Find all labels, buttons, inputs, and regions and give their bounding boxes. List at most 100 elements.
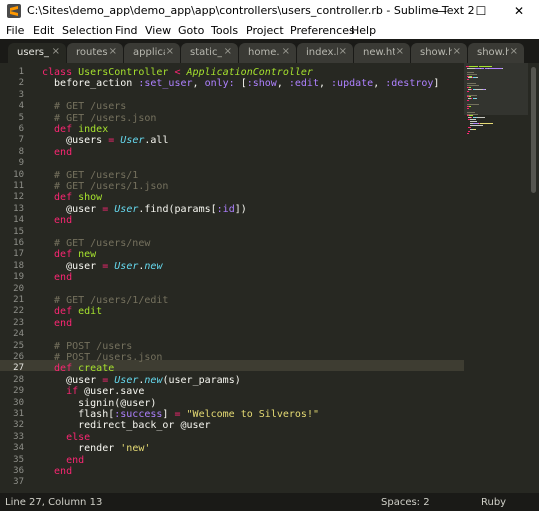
- menu-tools[interactable]: Tools: [211, 24, 238, 37]
- syntax-mode[interactable]: Ruby: [481, 497, 506, 508]
- code-line: @user = User.new: [42, 261, 162, 272]
- code-token: :edit: [288, 78, 319, 90]
- menu-preferences[interactable]: Preferences: [290, 24, 355, 37]
- close-button[interactable]: ✕: [499, 0, 539, 22]
- minimap-line: [473, 128, 477, 130]
- line-number: 16: [13, 238, 24, 248]
- cursor-position: Line 27, Column 13: [5, 497, 103, 508]
- code-token: :id: [216, 203, 235, 215]
- minimap-line: [469, 121, 478, 123]
- code-token: create: [78, 363, 115, 375]
- tab-close-icon[interactable]: ×: [453, 46, 461, 57]
- minimap[interactable]: [464, 63, 528, 493]
- line-number: 31: [13, 409, 24, 419]
- line-number: 30: [13, 397, 24, 408]
- line-number: 29: [13, 386, 24, 397]
- tab-bar: users_controller.rb× routes.rb× applicat…: [0, 39, 539, 63]
- menu-help[interactable]: Help: [351, 24, 376, 37]
- code-token: # POST /users.json: [42, 352, 163, 363]
- menu-project[interactable]: Project: [246, 24, 284, 37]
- line-number: 27: [13, 363, 24, 374]
- tab-application[interactable]: application.html.erb×: [124, 43, 180, 63]
- minimap-line: [481, 67, 484, 69]
- tab-routes[interactable]: routes.rb×: [67, 43, 123, 63]
- code-token: :set_user: [138, 78, 193, 90]
- menu-find[interactable]: Find: [115, 24, 138, 37]
- code-token: ,: [192, 78, 205, 90]
- minimap-line: [467, 94, 477, 96]
- tab-static-pages[interactable]: static_pages_controller.rb×: [181, 43, 238, 63]
- code-token: render: [42, 443, 121, 455]
- minimap-line: [467, 113, 478, 115]
- code-line: # POST /users: [42, 341, 132, 352]
- code-line: # GET /users/1: [42, 170, 138, 181]
- minimap-line: [469, 66, 478, 67]
- code-line: end: [42, 455, 84, 466]
- tab-show[interactable]: show.html.erb×: [411, 43, 467, 63]
- menu-edit[interactable]: Edit: [33, 24, 54, 37]
- code-editor[interactable]: 1 2 3 4 5 6 7 8 9 10 11 12 13 14 15 16 17 18 19 20 21 22 23 24 2…: [0, 63, 464, 493]
- code-line: # GET /users/1.json: [42, 181, 168, 192]
- tab-users-controller[interactable]: users_controller.rb×: [8, 43, 66, 63]
- line-number: 10: [13, 169, 24, 180]
- minimize-button[interactable]: —: [421, 0, 461, 22]
- tab-new[interactable]: new.html.erb×: [354, 43, 410, 63]
- code-line: if @user.save: [42, 386, 144, 397]
- tab-close-icon[interactable]: ×: [396, 46, 404, 57]
- tab-close-icon[interactable]: ×: [166, 46, 174, 57]
- code-token: ,: [318, 78, 332, 90]
- indentation-setting[interactable]: Spaces: 2: [381, 497, 430, 508]
- tab-close-icon[interactable]: ×: [510, 46, 518, 57]
- tab-close-icon[interactable]: ×: [224, 46, 232, 57]
- code-token: ApplicationController: [186, 67, 313, 78]
- code-line: # GET /users/1/edit: [42, 295, 168, 306]
- code-token: .all: [144, 135, 169, 147]
- tab-show-2[interactable]: show.html.erb×: [468, 43, 524, 63]
- tab-label: show.html.erb: [420, 47, 452, 58]
- tab-home[interactable]: home.html.erb×: [239, 43, 296, 63]
- line-number: 15: [13, 226, 24, 237]
- tab-close-icon[interactable]: ×: [339, 46, 347, 57]
- menu-view[interactable]: View: [145, 24, 171, 37]
- line-number: 12: [13, 192, 24, 203]
- code-token: .find(params[: [138, 203, 217, 215]
- minimap-line: [477, 117, 486, 119]
- minimap-line: [469, 105, 472, 107]
- minimap-line: [467, 71, 475, 73]
- code-token: def: [42, 192, 79, 204]
- tab-close-icon[interactable]: ×: [109, 46, 117, 57]
- menu-selection[interactable]: Selection: [62, 24, 113, 37]
- line-number: 18: [13, 260, 24, 271]
- code-line: end: [42, 466, 72, 477]
- minimap-line: [469, 115, 473, 117]
- line-number: 36: [13, 466, 24, 476]
- scrollbar-thumb[interactable]: [531, 67, 536, 193]
- title-bar: C:\Sites\demo_app\demo_app\app\controlle…: [0, 0, 539, 23]
- menu-file[interactable]: File: [6, 24, 24, 37]
- menu-bar: File Edit Selection Find View Goto Tools…: [0, 22, 539, 39]
- tab-index[interactable]: index.html.erb×: [297, 43, 353, 63]
- maximize-button[interactable]: ☐: [461, 0, 501, 22]
- tab-label: home.html.erb: [248, 47, 280, 58]
- line-number: 19: [13, 272, 24, 283]
- vertical-scrollbar[interactable]: [528, 63, 539, 493]
- line-number: 32: [13, 420, 24, 431]
- line-number: 21: [13, 295, 24, 305]
- code-token: 'new': [120, 443, 151, 455]
- minimap-line: [502, 67, 503, 69]
- minimap-line: [467, 85, 479, 86]
- menu-goto[interactable]: Goto: [178, 24, 204, 37]
- code-token: class: [42, 67, 79, 78]
- tab-close-icon[interactable]: ×: [282, 46, 290, 57]
- code-line: def create: [42, 363, 114, 374]
- minimap-line: [475, 77, 478, 79]
- minimap-line: [469, 119, 476, 121]
- code-token: only:: [204, 78, 235, 90]
- tab-close-icon[interactable]: ×: [52, 46, 60, 57]
- code-token: :destroy: [385, 78, 434, 90]
- code-token: # GET /users/1: [42, 169, 139, 181]
- code-line: render 'new': [42, 443, 150, 454]
- code-token: def: [42, 249, 79, 261]
- code-token: # GET /users/1/edit: [42, 295, 169, 306]
- code-token: def: [42, 124, 79, 135]
